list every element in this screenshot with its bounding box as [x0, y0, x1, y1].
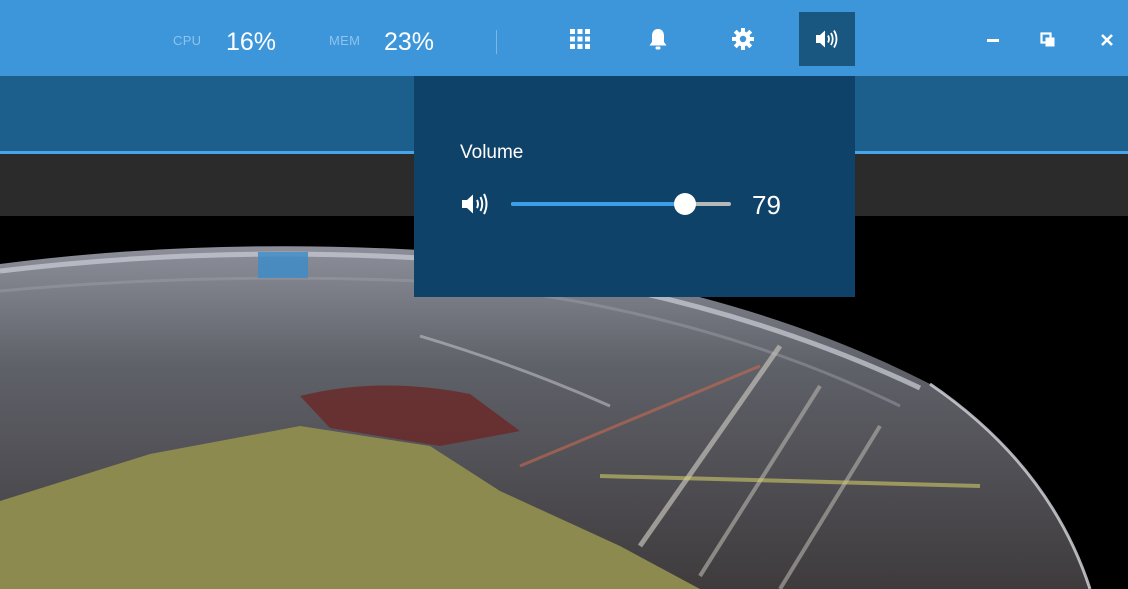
volume-button[interactable]: [799, 12, 855, 66]
speaker-icon: [816, 30, 838, 48]
volume-slider-thumb[interactable]: [674, 193, 696, 215]
gear-icon: [732, 28, 754, 50]
close-button[interactable]: [1092, 26, 1122, 54]
restore-button[interactable]: [1033, 26, 1063, 54]
minimize-icon: [987, 39, 999, 42]
notifications-button[interactable]: [630, 12, 686, 66]
restore-icon: [1040, 32, 1055, 47]
mem-label: MEM: [329, 33, 361, 48]
settings-button[interactable]: [715, 12, 771, 66]
speaker-icon[interactable]: [460, 192, 494, 216]
cpu-label: CPU: [173, 33, 202, 48]
close-icon: [1101, 34, 1113, 46]
cpu-value: 16%: [226, 28, 277, 56]
grid-icon: [570, 29, 590, 49]
volume-panel: Volume 79: [414, 76, 855, 297]
volume-slider-fill: [511, 202, 685, 206]
apps-button[interactable]: [552, 12, 608, 66]
minimize-button[interactable]: [978, 26, 1008, 54]
top-bar: CPU 16% MEM 23%: [0, 0, 1128, 76]
mem-value: 23%: [384, 28, 435, 56]
bell-icon: [649, 29, 667, 50]
volume-value: 79: [752, 190, 781, 220]
volume-slider[interactable]: [511, 193, 731, 215]
volume-title: Volume: [460, 142, 524, 163]
divider: [496, 30, 497, 54]
